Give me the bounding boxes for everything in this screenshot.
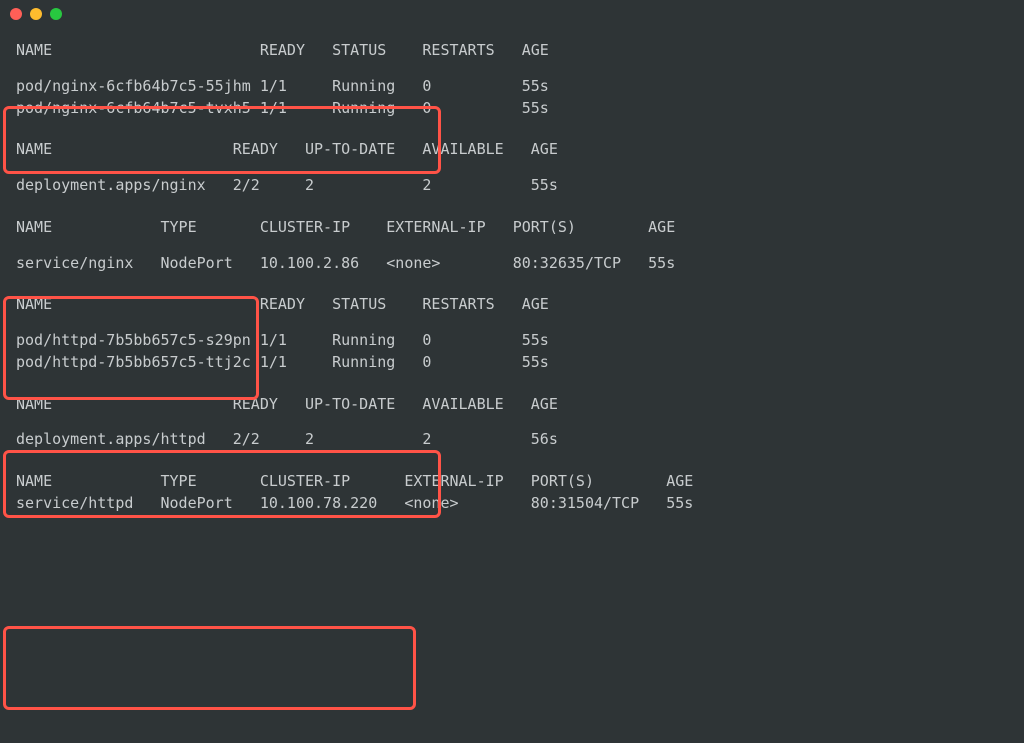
output-section: NAME TYPE CLUSTER-IP EXTERNAL-IP PORT(S)… — [16, 217, 1008, 275]
table-row: deployment.apps/nginx 2/2 2 2 55s — [16, 175, 1008, 197]
table-header: NAME TYPE CLUSTER-IP EXTERNAL-IP PORT(S)… — [16, 471, 1008, 493]
close-icon[interactable] — [10, 8, 22, 20]
output-section: NAME READY STATUS RESTARTS AGE pod/httpd… — [16, 294, 1008, 373]
table-header: NAME READY UP-TO-DATE AVAILABLE AGE — [16, 139, 1008, 161]
terminal-output: NAME READY STATUS RESTARTS AGE pod/nginx… — [0, 28, 1024, 547]
window-titlebar — [0, 0, 1024, 28]
table-row: service/httpd NodePort 10.100.78.220 <no… — [16, 493, 1008, 515]
highlight-box — [3, 626, 416, 710]
table-row: service/nginx NodePort 10.100.2.86 <none… — [16, 253, 1008, 275]
maximize-icon[interactable] — [50, 8, 62, 20]
minimize-icon[interactable] — [30, 8, 42, 20]
table-row: pod/httpd-7b5bb657c5-s29pn 1/1 Running 0… — [16, 330, 1008, 352]
table-header: NAME READY STATUS RESTARTS AGE — [16, 294, 1008, 316]
output-section: NAME READY UP-TO-DATE AVAILABLE AGE depl… — [16, 394, 1008, 452]
table-row: pod/httpd-7b5bb657c5-ttj2c 1/1 Running 0… — [16, 352, 1008, 374]
table-row: pod/nginx-6cfb64b7c5-tvxh5 1/1 Running 0… — [16, 98, 1008, 120]
table-header: NAME READY STATUS RESTARTS AGE — [16, 40, 1008, 62]
table-header: NAME READY UP-TO-DATE AVAILABLE AGE — [16, 394, 1008, 416]
output-section: NAME TYPE CLUSTER-IP EXTERNAL-IP PORT(S)… — [16, 471, 1008, 515]
table-header: NAME TYPE CLUSTER-IP EXTERNAL-IP PORT(S)… — [16, 217, 1008, 239]
table-row: pod/nginx-6cfb64b7c5-55jhm 1/1 Running 0… — [16, 76, 1008, 98]
table-row: deployment.apps/httpd 2/2 2 2 56s — [16, 429, 1008, 451]
output-section: NAME READY STATUS RESTARTS AGE pod/nginx… — [16, 40, 1008, 119]
output-section: NAME READY UP-TO-DATE AVAILABLE AGE depl… — [16, 139, 1008, 197]
